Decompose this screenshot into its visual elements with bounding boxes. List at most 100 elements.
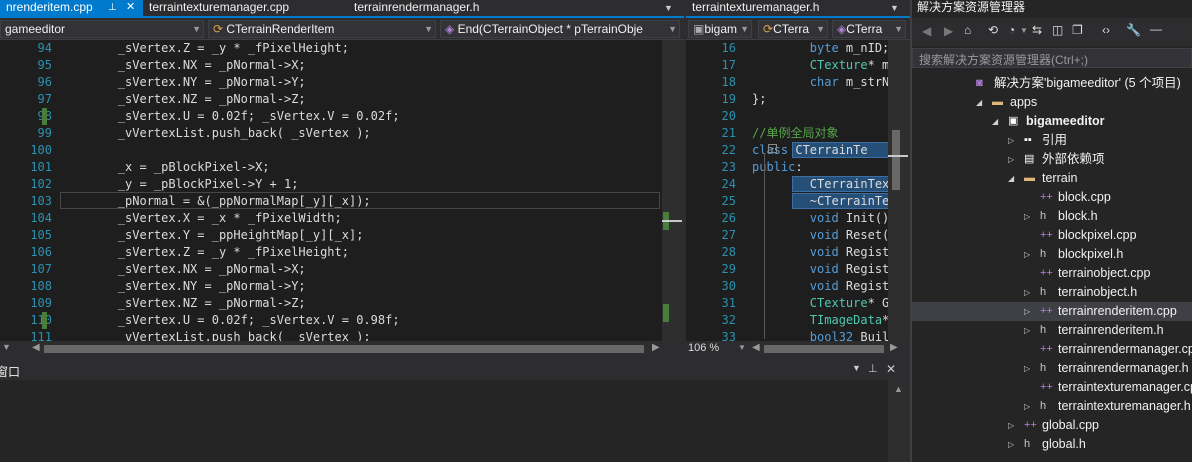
member-combo[interactable]: ◈ End(CTerrainObject * pTerrainObje ▼ bbox=[440, 20, 680, 38]
solution-tree-item[interactable]: ▷ h global.h bbox=[912, 435, 1192, 454]
code-line[interactable]: void Init(); bbox=[752, 210, 888, 227]
forward-icon[interactable]: ▶ bbox=[944, 24, 953, 38]
code-line[interactable]: //单例全局对象 bbox=[752, 125, 838, 142]
chevron-down-icon[interactable]: ▼ bbox=[738, 343, 746, 352]
code-line[interactable]: bool32 Build bbox=[752, 329, 888, 341]
code-line[interactable]: _sVertex.NX = _pNormal->X; bbox=[60, 261, 306, 278]
tab-terrainrenderitem-cpp[interactable]: nrenderitem.cpp ⊥ ✕ bbox=[0, 0, 143, 16]
code-line[interactable]: }; bbox=[752, 91, 766, 108]
expanded-arrow-icon[interactable]: ◢ bbox=[992, 112, 998, 131]
member-combo[interactable]: ◈CTerra ▼ bbox=[832, 20, 906, 38]
expanded-arrow-icon[interactable]: ◢ bbox=[976, 93, 982, 112]
code-line[interactable]: void Registe bbox=[752, 244, 888, 261]
code-line[interactable]: CTerrainText bbox=[752, 176, 888, 193]
tab-terrainrendermanager-h[interactable]: terrainrendermanager.h bbox=[348, 0, 548, 16]
solution-tree-item[interactable]: ▷ ++ global.cpp bbox=[912, 416, 1192, 435]
pin-icon[interactable]: ⊥ bbox=[868, 362, 878, 375]
code-line[interactable]: _sVertex.NY = _pNormal->Y; bbox=[60, 278, 306, 295]
vertical-scrollbar[interactable] bbox=[888, 40, 908, 341]
code-line[interactable]: void Reset() bbox=[752, 227, 888, 244]
collapsed-arrow-icon[interactable]: ▷ bbox=[1008, 131, 1014, 150]
solution-tree-item[interactable]: ▷ h terraintexturemanager.h bbox=[912, 397, 1192, 416]
code-area[interactable]: byte m_nID; CTexture* m_ char m_strNa}; /… bbox=[752, 40, 888, 341]
code-line[interactable]: TImageData* bbox=[752, 312, 888, 329]
refresh-icon[interactable]: ⇆ bbox=[1032, 23, 1042, 37]
solution-tree-item[interactable]: ++ terraintexturemanager.cpp bbox=[912, 378, 1192, 397]
code-line[interactable]: _sVertex.U = 0.02f; _sVertex.V = 0.02f; bbox=[60, 108, 400, 125]
solution-tree-item[interactable]: ▷ h block.h bbox=[912, 207, 1192, 226]
scrollbar-thumb[interactable] bbox=[892, 130, 900, 190]
properties-icon[interactable]: 🔧 bbox=[1126, 23, 1141, 37]
back-icon[interactable]: ◀ bbox=[922, 24, 931, 38]
split-dropdown-icon[interactable]: ▼ bbox=[2, 342, 11, 352]
solution-tree-item[interactable]: ▷ ++ terrainrenderitem.cpp bbox=[912, 302, 1192, 321]
close-icon[interactable]: ✕ bbox=[126, 0, 135, 15]
collapsed-arrow-icon[interactable]: ▷ bbox=[1008, 416, 1014, 435]
solution-tree-item[interactable]: ++ blockpixel.cpp bbox=[912, 226, 1192, 245]
scrollbar-thumb[interactable] bbox=[44, 345, 644, 353]
code-line[interactable]: _vVertexList.push_back( _sVertex ); bbox=[60, 125, 371, 142]
code-line[interactable]: _sVertex.NZ = _pNormal->Z; bbox=[60, 91, 306, 108]
collapsed-arrow-icon[interactable]: ▷ bbox=[1024, 283, 1030, 302]
chevron-down-icon[interactable]: ▼ bbox=[852, 363, 861, 373]
chevron-down-icon[interactable]: ▼ bbox=[1020, 26, 1028, 35]
solution-tree-item[interactable]: ◢ ▬ terrain bbox=[912, 169, 1192, 188]
code-area[interactable]: _sVertex.Z = _y * _fPixelHeight; _sVerte… bbox=[60, 40, 662, 341]
class-combo[interactable]: ⟳ CTerrainRenderItem ▼ bbox=[208, 20, 436, 38]
code-line[interactable]: byte m_nID; bbox=[752, 40, 888, 57]
collapsed-arrow-icon[interactable]: ▷ bbox=[1008, 435, 1014, 454]
solution-tree-item[interactable]: ◢ ▬ apps bbox=[912, 93, 1192, 112]
project-combo[interactable]: ▣bigam ▼ bbox=[688, 20, 752, 38]
project-combo[interactable]: gameeditor ▼ bbox=[0, 20, 204, 38]
solution-tree-item[interactable]: ▷ ▤ 外部依赖项 bbox=[912, 150, 1192, 169]
home-icon[interactable]: ⌂ bbox=[964, 23, 971, 37]
collapsed-arrow-icon[interactable]: ▷ bbox=[1008, 150, 1014, 169]
code-line[interactable]: _sVertex.Z = _y * _fPixelHeight; bbox=[60, 244, 349, 261]
scroll-left-icon[interactable]: ◀ bbox=[32, 342, 40, 353]
solution-tree-item[interactable]: ++ block.cpp bbox=[912, 188, 1192, 207]
sync-icon[interactable]: ⟲ bbox=[988, 23, 998, 37]
tool-window-scrollbar[interactable]: ▲ bbox=[888, 380, 910, 462]
scroll-right-icon[interactable]: ▶ bbox=[652, 342, 660, 353]
solution-tree-item[interactable]: ◙ 解决方案'bigameeditor' (5 个项目) bbox=[912, 74, 1192, 93]
expanded-arrow-icon[interactable]: ◢ bbox=[1008, 169, 1014, 188]
horizontal-scrollbar[interactable]: 106 % ▼ ◀ ▶ bbox=[686, 341, 908, 357]
collapsed-arrow-icon[interactable]: ▷ bbox=[1024, 302, 1030, 321]
code-line[interactable]: void Registe bbox=[752, 278, 888, 295]
code-line[interactable]: _sVertex.Z = _y * _fPixelHeight; bbox=[60, 40, 349, 57]
code-line[interactable]: CTexture* m_ bbox=[752, 57, 888, 74]
code-line[interactable]: _sVertex.NZ = _pNormal->Z; bbox=[60, 295, 306, 312]
close-icon[interactable]: ✕ bbox=[886, 362, 896, 376]
tab-overflow-dropdown-icon[interactable]: ▼ bbox=[664, 0, 678, 16]
code-line[interactable]: CTexture* Ge bbox=[752, 295, 888, 312]
class-combo[interactable]: ⟳CTerra ▼ bbox=[758, 20, 828, 38]
code-line[interactable]: _vVertexList.push_back( _sVertex ); bbox=[60, 329, 371, 341]
zoom-level[interactable]: 106 % bbox=[688, 342, 719, 354]
code-line[interactable]: _sVertex.NX = _pNormal->X; bbox=[60, 57, 306, 74]
code-line[interactable]: _y = _pBlockPixel->Y + 1; bbox=[60, 176, 299, 193]
view-code-icon[interactable]: ‹› bbox=[1102, 23, 1110, 37]
scroll-up-icon[interactable]: ▲ bbox=[894, 384, 903, 394]
collapse-toggle-icon[interactable]: - bbox=[768, 144, 777, 153]
minus-icon[interactable]: — bbox=[1150, 22, 1162, 36]
tab-terraintexturemanager-h[interactable]: terraintexturemanager.h bbox=[686, 0, 836, 16]
code-line[interactable]: _x = _pBlockPixel->X; bbox=[60, 159, 270, 176]
collapsed-arrow-icon[interactable]: ▷ bbox=[1024, 359, 1030, 378]
code-line[interactable]: public: bbox=[752, 159, 803, 176]
solution-tree-item[interactable]: ▷ h terrainrendermanager.h bbox=[912, 359, 1192, 378]
solution-tree-item[interactable]: ◢ ▣ bigameeditor bbox=[912, 112, 1192, 131]
code-line[interactable]: char m_strNa bbox=[752, 74, 888, 91]
code-line[interactable]: _sVertex.Y = _ppHeightMap[_y][_x]; bbox=[60, 227, 364, 244]
solution-tree-item[interactable]: ▷ ▪▪ 引用 bbox=[912, 131, 1192, 150]
code-line[interactable]: ~CTerrainTex bbox=[752, 193, 888, 210]
collapsed-arrow-icon[interactable]: ▷ bbox=[1024, 321, 1030, 340]
code-line[interactable]: _sVertex.NY = _pNormal->Y; bbox=[60, 74, 306, 91]
pending-changes-icon[interactable]: ◔ bbox=[1008, 23, 1015, 37]
code-line[interactable]: _sVertex.U = 0.02f; _sVertex.V = 0.98f; bbox=[60, 312, 400, 329]
right-code-editor[interactable]: 16 17 18 19 20 21 22 23 24 25 26 27 28 29 30 31 32 33 byt… bbox=[686, 40, 888, 341]
collapsed-arrow-icon[interactable]: ▷ bbox=[1024, 245, 1030, 264]
solution-tree-item[interactable]: ▷ h terrainrenderitem.h bbox=[912, 321, 1192, 340]
solution-search-input[interactable]: 搜索解决方案资源管理器(Ctrl+;) bbox=[912, 48, 1192, 68]
collapsed-arrow-icon[interactable]: ▷ bbox=[1024, 207, 1030, 226]
solution-tree-item[interactable]: ▷ h terrainobject.h bbox=[912, 283, 1192, 302]
